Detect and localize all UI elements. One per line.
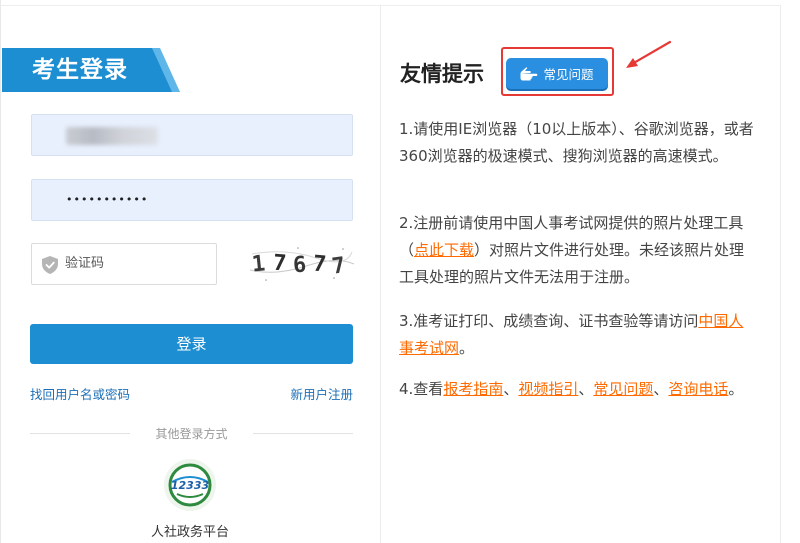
hotline-link[interactable]: 咨询电话: [668, 380, 728, 398]
username-field[interactable]: [31, 114, 353, 156]
login-title: 考生登录: [32, 57, 128, 83]
frame-top-border: [0, 5, 780, 6]
captcha-char: 1: [251, 251, 267, 277]
password-field[interactable]: •••••••••••: [31, 179, 353, 221]
panel-divider: [380, 5, 381, 543]
tip-browser: 1.请使用IE浏览器（10以上版本）、谷歌浏览器，或者360浏览器的极速模式、搜…: [399, 120, 754, 165]
faq-button-label: 常见问题: [543, 67, 594, 82]
tip-separator: 、: [578, 380, 594, 398]
tip-separator: 、: [503, 380, 519, 398]
username-value-blurred: [66, 127, 158, 145]
password-value: •••••••••••: [66, 193, 149, 206]
login-button[interactable]: 登录: [30, 324, 353, 364]
frame-left-border: [0, 0, 1, 543]
captcha-image[interactable]: 1 7 6 7 7: [246, 240, 356, 286]
tip-text: 。: [459, 339, 475, 357]
download-link[interactable]: 点此下载: [414, 241, 474, 259]
shield-icon: [42, 256, 58, 274]
tip-photo-tool: 2.注册前请使用中国人事考试网提供的照片处理工具（点此下载）对照片文件进行处理。…: [399, 210, 755, 291]
faq-link[interactable]: 常见问题: [593, 380, 653, 398]
divider-line-right: [253, 433, 353, 434]
pointing-hand-icon: [520, 66, 538, 80]
platform-logo-icon[interactable]: 12333: [163, 458, 217, 512]
captcha-char: 7: [312, 252, 327, 278]
divider-line-left: [30, 433, 130, 434]
red-arrow-annotation: [626, 40, 672, 68]
platform-label: 人社政务平台: [150, 525, 229, 540]
tip-resources: 4.查看报考指南、视频指引、常见问题、咨询电话。: [399, 376, 755, 403]
tip-text: 。: [728, 380, 744, 398]
captcha-char: 6: [292, 253, 307, 279]
forgot-credentials-link[interactable]: 找回用户名或密码: [30, 384, 130, 403]
frame-right-border: [780, 5, 781, 543]
captcha-placeholder: 验证码: [65, 256, 105, 271]
captcha-input[interactable]: 验证码: [31, 243, 217, 285]
guide-link[interactable]: 报考指南: [443, 380, 503, 398]
tip-exam-site: 3.准考证打印、成绩查询、证书查验等请访问中国人事考试网。: [399, 308, 755, 362]
tip-separator: 、: [653, 380, 669, 398]
register-link[interactable]: 新用户注册: [290, 384, 353, 403]
other-login-methods-label: 其他登录方式: [155, 427, 228, 441]
tips-title: 友情提示: [400, 62, 484, 86]
tip-text: 3.准考证打印、成绩查询、证书查验等请访问: [399, 312, 699, 330]
captcha-char: 7: [272, 251, 287, 277]
tip-text: 4.查看: [399, 380, 444, 398]
video-guide-link[interactable]: 视频指引: [518, 380, 578, 398]
faq-button[interactable]: 常见问题: [506, 58, 608, 89]
platform-logo-text: 12333: [171, 479, 210, 492]
